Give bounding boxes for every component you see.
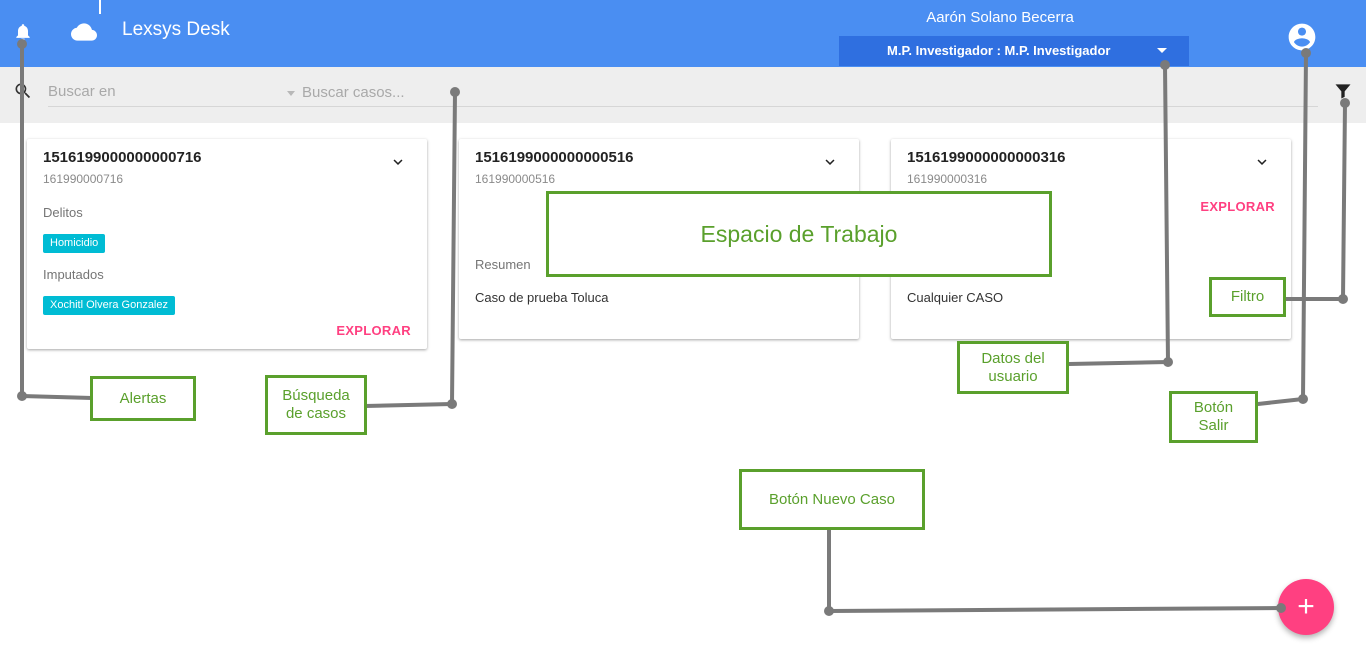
connector-dot — [447, 399, 457, 409]
chevron-down-icon — [1157, 48, 1167, 53]
app-bar: Lexsys Desk Aarón Solano Becerra M.P. In… — [0, 0, 1366, 67]
case-number: 1516199000000000316 — [907, 149, 1066, 166]
imputados-label: Imputados — [43, 267, 104, 282]
annotation-new-case-button: Botón Nuevo Caso — [739, 469, 925, 530]
imputado-chip: Xochitl Olvera Gonzalez — [43, 296, 175, 315]
user-name: Aarón Solano Becerra — [926, 9, 1074, 26]
chevron-down-icon[interactable] — [821, 153, 839, 171]
chevron-down-icon[interactable] — [389, 153, 407, 171]
search-scope-select[interactable]: Buscar en — [48, 83, 116, 100]
explore-button[interactable]: EXPLORAR — [336, 323, 411, 338]
account-icon[interactable] — [1285, 20, 1319, 54]
chevron-down-icon[interactable] — [1253, 153, 1271, 171]
cloud-icon[interactable] — [70, 18, 98, 46]
connector-dot — [1163, 357, 1173, 367]
annotation-user-data: Datos del usuario — [957, 341, 1069, 394]
search-underline — [48, 106, 1318, 107]
search-icon[interactable] — [12, 80, 34, 102]
connector-dot — [824, 606, 834, 616]
chevron-down-icon[interactable] — [287, 91, 295, 96]
annotation-exit-button: Botón Salir — [1169, 391, 1258, 443]
annotation-alerts: Alertas — [90, 376, 196, 421]
connector-dot — [1298, 394, 1308, 404]
resumen-text: Caso de prueba Toluca — [475, 290, 609, 305]
connector-filter — [1284, 101, 1347, 301]
divider — [99, 0, 101, 14]
connector-dot — [1338, 294, 1348, 304]
case-subnumber: 161990000516 — [475, 172, 556, 186]
annotation-filter: Filtro — [1209, 277, 1286, 317]
annotation-workspace: Espacio de Trabajo — [546, 191, 1052, 277]
connector-new-case — [827, 528, 1283, 613]
role-select[interactable]: M.P. Investigador : M.P. Investigador — [839, 36, 1189, 66]
bell-icon[interactable] — [11, 20, 35, 44]
role-select-value: M.P. Investigador : M.P. Investigador — [887, 43, 1111, 58]
filter-icon[interactable] — [1331, 79, 1355, 103]
case-subnumber: 161990000716 — [43, 172, 124, 186]
delito-chip: Homicidio — [43, 234, 106, 253]
connector-dot — [17, 391, 27, 401]
case-subnumber: 161990000316 — [907, 172, 988, 186]
app-title: Lexsys Desk — [122, 19, 230, 40]
case-number: 1516199000000000516 — [475, 149, 634, 166]
annotation-search: Búsqueda de casos — [265, 375, 367, 435]
resumen-text: Cualquier CASO — [907, 290, 1004, 305]
delitos-label: Delitos — [43, 205, 83, 220]
case-number: 1516199000000000716 — [43, 149, 202, 166]
search-input[interactable] — [302, 81, 602, 103]
case-card[interactable]: 1516199000000000716 161990000716 Delitos… — [27, 139, 427, 349]
search-bar: Buscar en — [0, 67, 1366, 123]
new-case-button[interactable]: + — [1278, 579, 1334, 635]
explore-button[interactable]: EXPLORAR — [1200, 199, 1275, 214]
resumen-label: Resumen — [475, 257, 531, 272]
